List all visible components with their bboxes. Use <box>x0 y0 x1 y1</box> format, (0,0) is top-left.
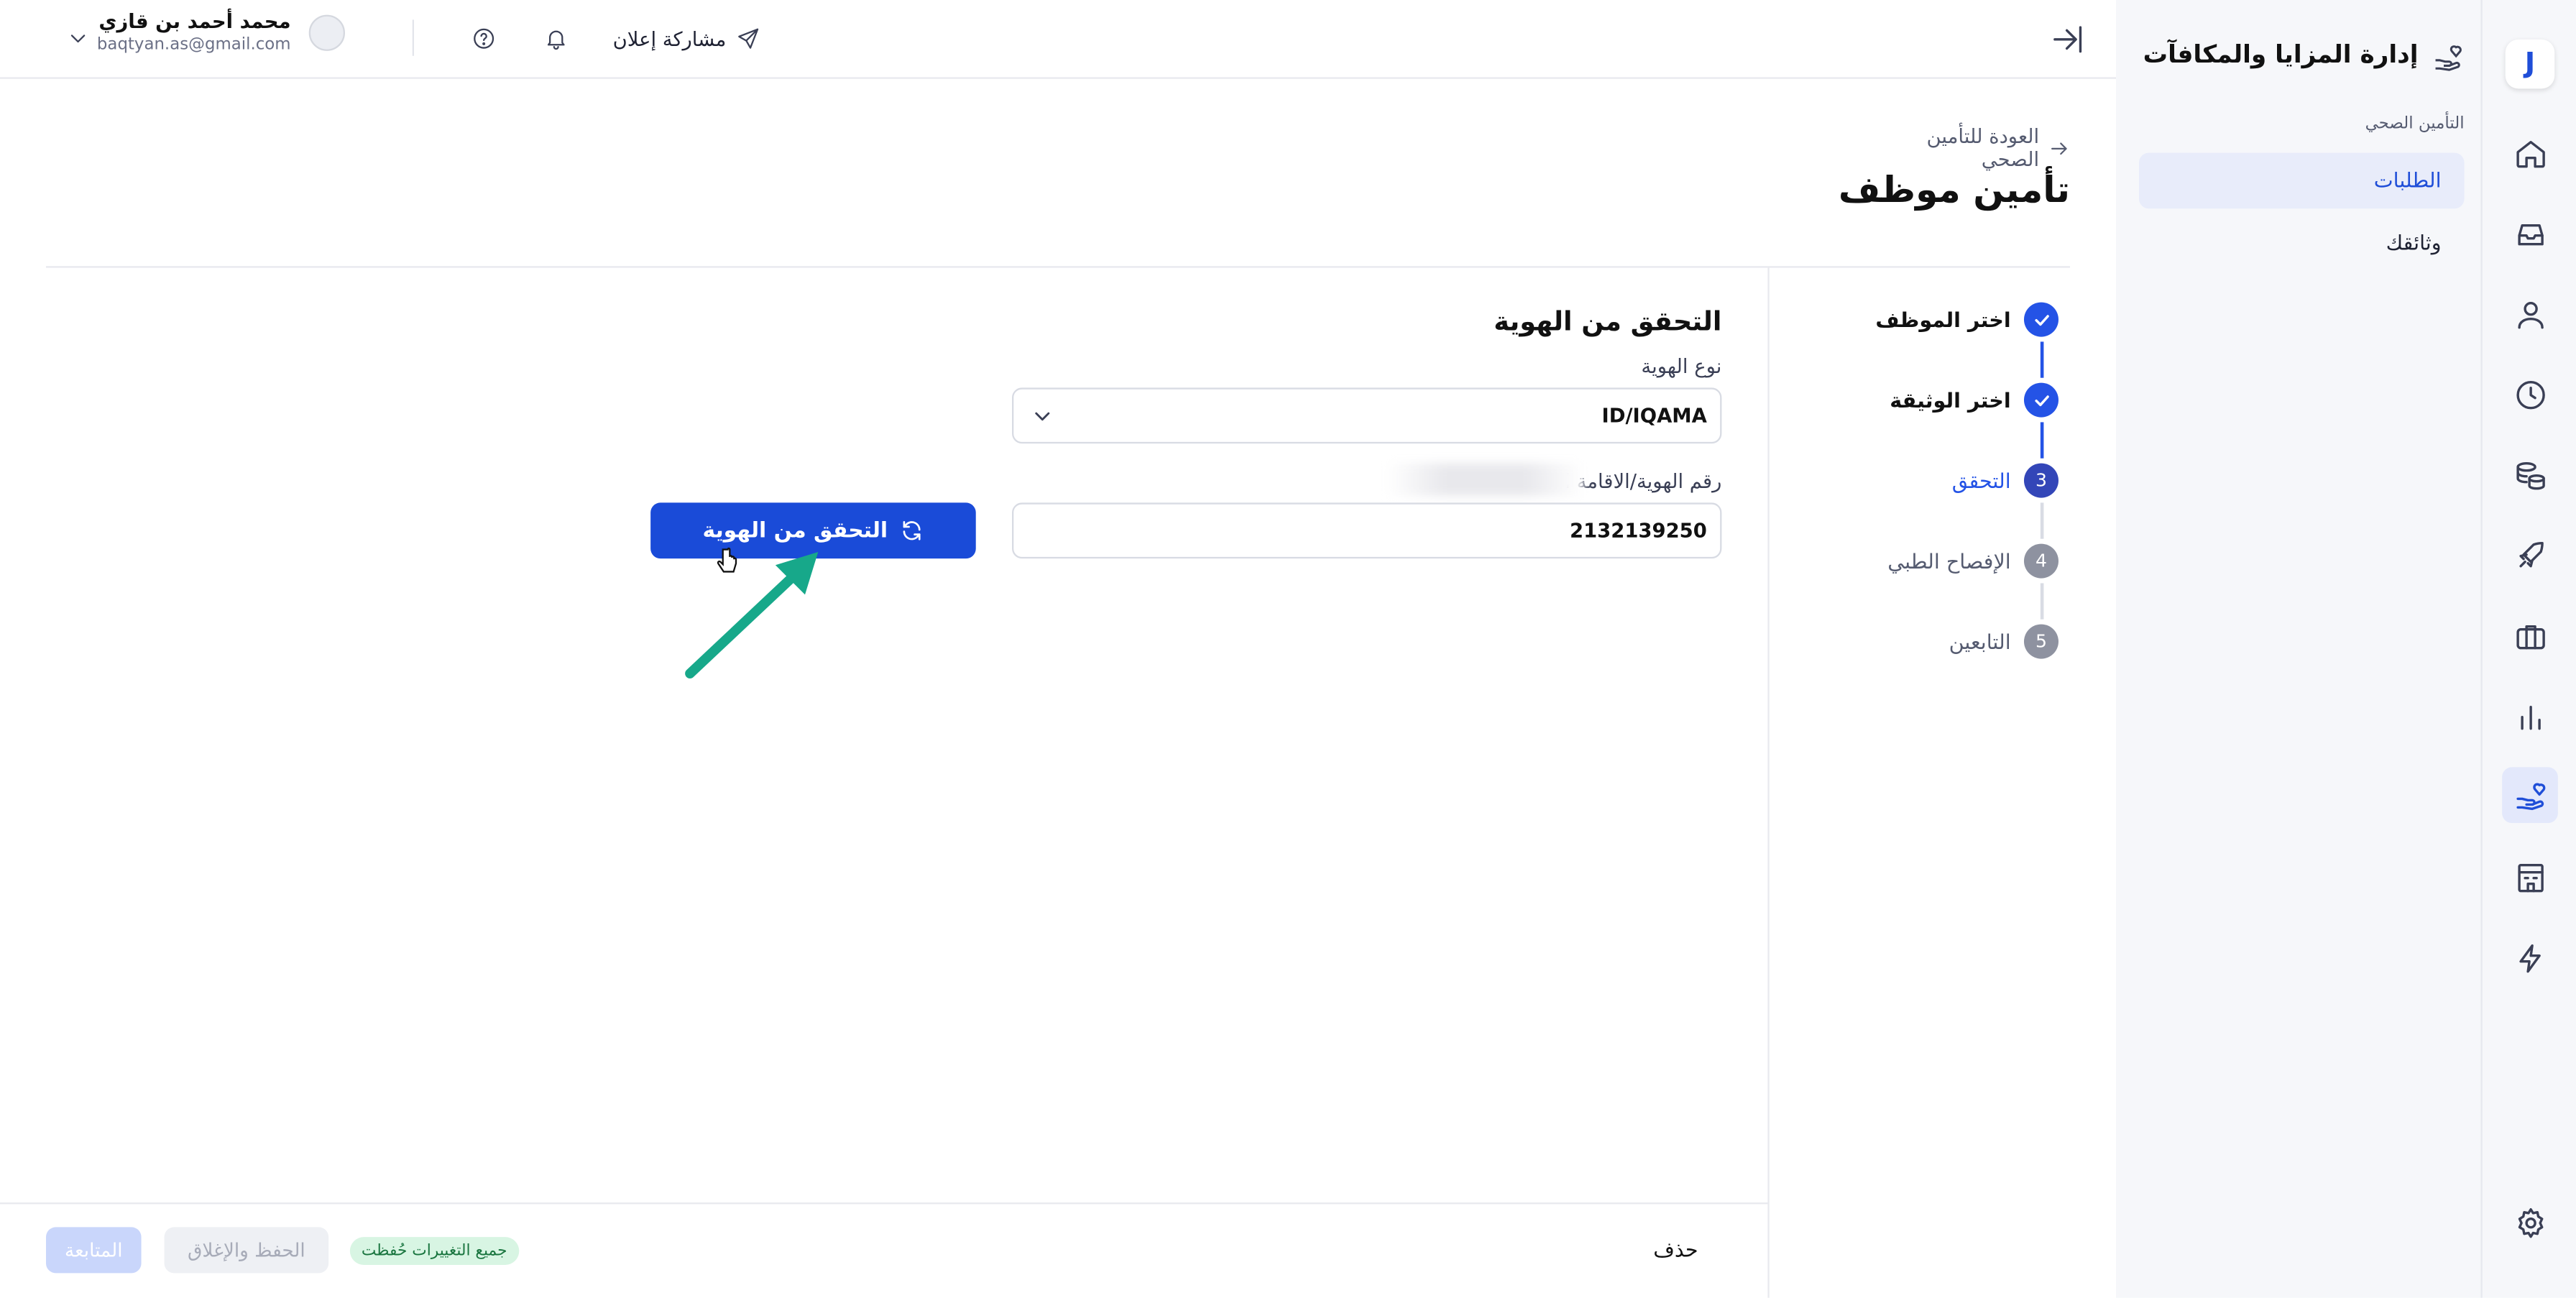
delete-button[interactable]: حذف <box>1637 1229 1716 1271</box>
user-info[interactable]: محمد أحمد بن قازي baqtyan.as@gmail.com <box>97 10 291 55</box>
collapse-sidebar-icon[interactable] <box>2051 0 2087 77</box>
step-2-check-icon <box>2023 382 2058 418</box>
saved-status-badge: جميع التغييرات حُفظت <box>349 1237 519 1265</box>
avatar[interactable] <box>308 14 345 51</box>
step-4-label[interactable]: الإفصاح الطبي <box>1887 548 2010 573</box>
topbar-divider <box>412 19 414 56</box>
step-2-label[interactable]: اختر الوثيقة <box>1890 387 2010 412</box>
step-5-number: 5 <box>2023 624 2058 659</box>
hand-heart-icon[interactable] <box>2502 767 2558 824</box>
annotation-arrow <box>685 551 819 678</box>
top-bar: مشاركة إعلان محمد أحمد بن قازي baqtyan.a… <box>0 0 2116 79</box>
id-type-label: نوع الهوية <box>1641 354 1722 378</box>
bar-chart-icon[interactable] <box>2508 695 2551 737</box>
save-and-close-button[interactable]: الحفظ والإغلاق <box>164 1227 329 1274</box>
step-5-label[interactable]: التابعين <box>1949 629 2011 653</box>
step-connector <box>2040 341 2044 378</box>
back-to-health-insurance-link[interactable]: العودة للتأمين الصحي <box>1867 125 2070 171</box>
step-3-number: 3 <box>2023 463 2058 498</box>
notifications-bell-icon[interactable] <box>544 0 569 77</box>
clock-icon[interactable] <box>2508 373 2551 415</box>
step-3-label[interactable]: التحقق <box>1952 468 2011 492</box>
step-connector <box>2040 502 2044 539</box>
footer-divider <box>0 1202 1768 1205</box>
user-name: محمد أحمد بن قازي <box>98 9 291 33</box>
inbox-icon[interactable] <box>2508 212 2551 254</box>
form-title: التحقق من الهوية <box>1494 305 1722 337</box>
home-icon[interactable] <box>2508 132 2551 174</box>
subnav-item-requests[interactable]: الطلبات <box>2138 152 2465 209</box>
subnav-section-label: التأمين الصحي <box>2365 114 2465 134</box>
continue-button[interactable]: المتابعة <box>45 1227 142 1274</box>
help-icon[interactable] <box>472 0 496 77</box>
chevron-down-icon <box>1035 412 1050 421</box>
user-icon[interactable] <box>2508 293 2551 335</box>
coins-icon[interactable] <box>2508 454 2551 496</box>
step-connector <box>2040 583 2044 620</box>
rocket-icon[interactable] <box>2508 534 2551 576</box>
icon-rail: J <box>2480 0 2576 1298</box>
step-1-label[interactable]: اختر الموظف <box>1875 307 2010 331</box>
user-email: baqtyan.as@gmail.com <box>96 36 291 55</box>
chevron-down-icon[interactable] <box>65 0 90 77</box>
settings-icon[interactable] <box>2508 1201 2551 1243</box>
id-number-label: رقم الهوية/الاقامة ا <box>1565 469 1722 493</box>
building-icon[interactable] <box>2508 856 2551 898</box>
share-announcement-button[interactable]: مشاركة إعلان <box>613 0 761 77</box>
app-logo[interactable]: J <box>2505 39 2555 89</box>
share-announcement-label: مشاركة إعلان <box>612 27 727 50</box>
header-divider <box>45 266 2070 268</box>
step-connector <box>2040 422 2044 459</box>
arrow-right-icon <box>2051 142 2068 155</box>
hand-heart-icon <box>2432 41 2465 74</box>
id-number-input[interactable]: 2132139250 <box>1011 502 1722 559</box>
redacted-text <box>1386 463 1584 497</box>
subnav-item-documents[interactable]: وثائقك <box>2139 215 2465 271</box>
back-link-label: العودة للتأمين الصحي <box>1926 124 2040 171</box>
step-1-check-icon <box>2023 302 2058 337</box>
pointer-cursor-icon <box>717 547 737 573</box>
benefits-subnav: إدارة المزايا والمكافآت التأمين الصحي ال… <box>2115 0 2481 1298</box>
id-type-select[interactable]: ID/IQAMA <box>1011 387 1722 444</box>
page-title: تأمين موظف <box>1838 170 2070 212</box>
id-type-value: ID/IQAMA <box>1601 404 1707 428</box>
stepper-divider <box>1767 267 1770 1298</box>
step-4-number: 4 <box>2023 543 2058 579</box>
briefcase-icon[interactable] <box>2508 615 2551 657</box>
lightning-icon[interactable] <box>2508 936 2551 979</box>
subnav-title: إدارة المزايا والمكافآت <box>2143 39 2419 69</box>
refresh-icon <box>903 520 921 540</box>
send-icon <box>738 28 759 49</box>
